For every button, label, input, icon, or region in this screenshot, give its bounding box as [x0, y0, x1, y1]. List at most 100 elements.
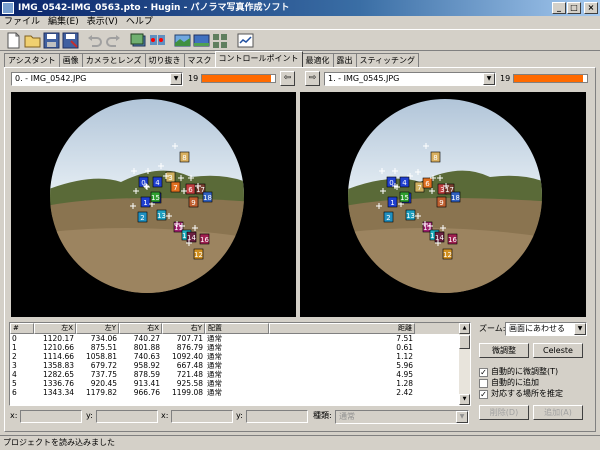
- chevron-down-icon: ▼: [483, 73, 495, 85]
- table-cell: 1.28: [396, 379, 413, 388]
- left-point-count: 19: [188, 74, 199, 83]
- table-cell: 737.75: [90, 370, 117, 379]
- table-row[interactable]: 0 1120.17 734.06 740.27 707.71 通常 7.51: [10, 334, 470, 343]
- new-project-icon[interactable]: [5, 32, 22, 49]
- left-nav-button[interactable]: ⇦: [280, 71, 295, 86]
- type-select[interactable]: 通常 ▼: [335, 410, 469, 424]
- column-header[interactable]: 右Y: [162, 323, 205, 334]
- layout-icon[interactable]: [212, 32, 229, 49]
- panorama-preview-icon[interactable]: [174, 32, 191, 49]
- menu-file[interactable]: ファイル: [0, 16, 44, 29]
- save-as-icon[interactable]: [62, 32, 79, 49]
- table-body: 0 1120.17 734.06 740.27 707.71 通常 7.51 1 1210.66…: [10, 334, 470, 397]
- auto-fine-tune-checkbox[interactable]: ✓: [479, 368, 488, 377]
- tab-stitching[interactable]: スティッチング: [355, 53, 420, 67]
- control-point-label: 1: [143, 199, 147, 207]
- fast-preview-icon[interactable]: [193, 32, 210, 49]
- right-nav-button[interactable]: ⇨: [305, 71, 320, 86]
- column-header[interactable]: 左X: [34, 323, 76, 334]
- left-image-view[interactable]: 8043761751189213111014161215: [11, 92, 296, 317]
- table-row[interactable]: 1 1210.66 875.51 801.88 876.79 通常 0.61: [10, 343, 470, 352]
- stitch-icon[interactable]: [237, 32, 254, 49]
- left-y-label: y:: [86, 411, 93, 420]
- right-fisheye-photo[interactable]: 8047631751189213111014161215: [300, 92, 586, 317]
- zoom-label: ズーム:: [479, 324, 506, 333]
- type-select-value: 通常: [339, 412, 355, 421]
- window-title: IMG_0542-IMG_0563.pto - Hugin - パノラマ写真作成…: [0, 0, 600, 16]
- table-cell: 734.06: [90, 334, 117, 343]
- table-cell: 通常: [207, 388, 222, 397]
- control-points-icon[interactable]: [149, 32, 166, 49]
- auto-add-checkbox[interactable]: [479, 379, 488, 388]
- table-cell: 679.72: [90, 361, 117, 370]
- tab-mask[interactable]: マスク: [183, 53, 216, 67]
- table-cell: 1199.08: [171, 388, 203, 397]
- column-header[interactable]: 配置: [205, 323, 269, 334]
- left-image-select[interactable]: 0. - IMG_0542.JPG ▼: [11, 72, 183, 86]
- estimate-checkbox[interactable]: ✓: [479, 390, 488, 399]
- right-x-field[interactable]: [171, 410, 233, 423]
- save-project-icon[interactable]: [43, 32, 60, 49]
- table-cell: 0: [12, 334, 17, 343]
- table-row[interactable]: 5 1336.76 920.45 913.41 925.58 通常 1.28: [10, 379, 470, 388]
- status-bar: プロジェクトを読み込みました: [0, 435, 600, 450]
- left-y-field[interactable]: [96, 410, 158, 423]
- table-cell: 7.51: [396, 334, 413, 343]
- tab-control-points[interactable]: コントロールポイント: [214, 51, 303, 67]
- tab-crop[interactable]: 切り抜き: [144, 53, 185, 67]
- table-scrollbar[interactable]: ▲ ▼: [459, 323, 470, 405]
- control-point-label: 13: [406, 212, 415, 220]
- redo-icon[interactable]: [105, 32, 122, 49]
- menu-edit[interactable]: 編集(E): [44, 16, 83, 29]
- estimate-label: 対応する場所を推定: [491, 389, 563, 398]
- control-point-label: 8: [433, 154, 437, 162]
- table-cell: 1282.65: [42, 370, 74, 379]
- control-point-label: 3: [168, 174, 172, 182]
- add-button[interactable]: 追加(A): [533, 405, 583, 420]
- left-x-field[interactable]: [20, 410, 82, 423]
- table-cell: 1.12: [396, 352, 413, 361]
- menu-help[interactable]: ヘルプ: [122, 16, 157, 29]
- fine-tune-button[interactable]: 微調整: [479, 343, 529, 358]
- tab-optimizer[interactable]: 最適化: [301, 53, 334, 67]
- undo-icon[interactable]: [86, 32, 103, 49]
- right-y-label: y:: [236, 411, 243, 420]
- add-image-icon[interactable]: [130, 32, 147, 49]
- menu-view[interactable]: 表示(V): [83, 16, 122, 29]
- table-cell: 721.48: [176, 370, 203, 379]
- maximize-button[interactable]: □: [567, 2, 581, 14]
- right-x-label: x:: [161, 411, 169, 420]
- minimize-button[interactable]: _: [552, 2, 566, 14]
- control-point-label: 7: [173, 184, 177, 192]
- column-header[interactable]: 左Y: [76, 323, 119, 334]
- control-points-table[interactable]: # 左X 左Y 右X 右Y 配置 距離 0 1120.17 734.06 740.27…: [9, 322, 471, 406]
- control-point-label: 16: [200, 236, 209, 244]
- table-row[interactable]: 4 1282.65 737.75 878.59 721.48 通常 4.95: [10, 370, 470, 379]
- tab-images[interactable]: 画像: [58, 53, 83, 67]
- scroll-thumb[interactable]: [459, 335, 470, 349]
- column-header[interactable]: 右X: [119, 323, 162, 334]
- table-cell: 920.45: [90, 379, 117, 388]
- right-y-field[interactable]: [246, 410, 308, 423]
- scroll-up-icon[interactable]: ▲: [459, 323, 470, 334]
- menu-bar: ファイル 編集(E) 表示(V) ヘルプ: [0, 16, 600, 29]
- table-row[interactable]: 3 1358.83 679.72 958.92 667.48 通常 5.96: [10, 361, 470, 370]
- tab-camera-lens[interactable]: カメラとレンズ: [81, 53, 146, 67]
- tab-exposure[interactable]: 露出: [332, 53, 357, 67]
- delete-button[interactable]: 削除(D): [479, 405, 529, 420]
- column-header[interactable]: #: [10, 323, 34, 334]
- control-point-label: 13: [157, 212, 166, 220]
- right-image-view[interactable]: 8047631751189213111014161215: [300, 92, 586, 317]
- tab-assistant[interactable]: アシスタント: [4, 53, 60, 67]
- celeste-button[interactable]: Celeste: [533, 343, 583, 358]
- left-fisheye-photo[interactable]: 8043761751189213111014161215: [11, 92, 296, 317]
- table-row[interactable]: 6 1343.34 1179.82 966.76 1199.08 通常 2.42: [10, 388, 470, 397]
- zoom-select[interactable]: 画面にあわせる ▼: [505, 322, 587, 336]
- right-image-select[interactable]: 1. - IMG_0545.JPG ▼: [324, 72, 496, 86]
- toolbar: [0, 29, 600, 51]
- open-project-icon[interactable]: [24, 32, 41, 49]
- column-header[interactable]: 距離: [269, 323, 415, 334]
- close-button[interactable]: ×: [584, 2, 598, 14]
- scroll-down-icon[interactable]: ▼: [459, 394, 470, 405]
- table-row[interactable]: 2 1114.66 1058.81 740.63 1092.40 通常 1.12: [10, 352, 470, 361]
